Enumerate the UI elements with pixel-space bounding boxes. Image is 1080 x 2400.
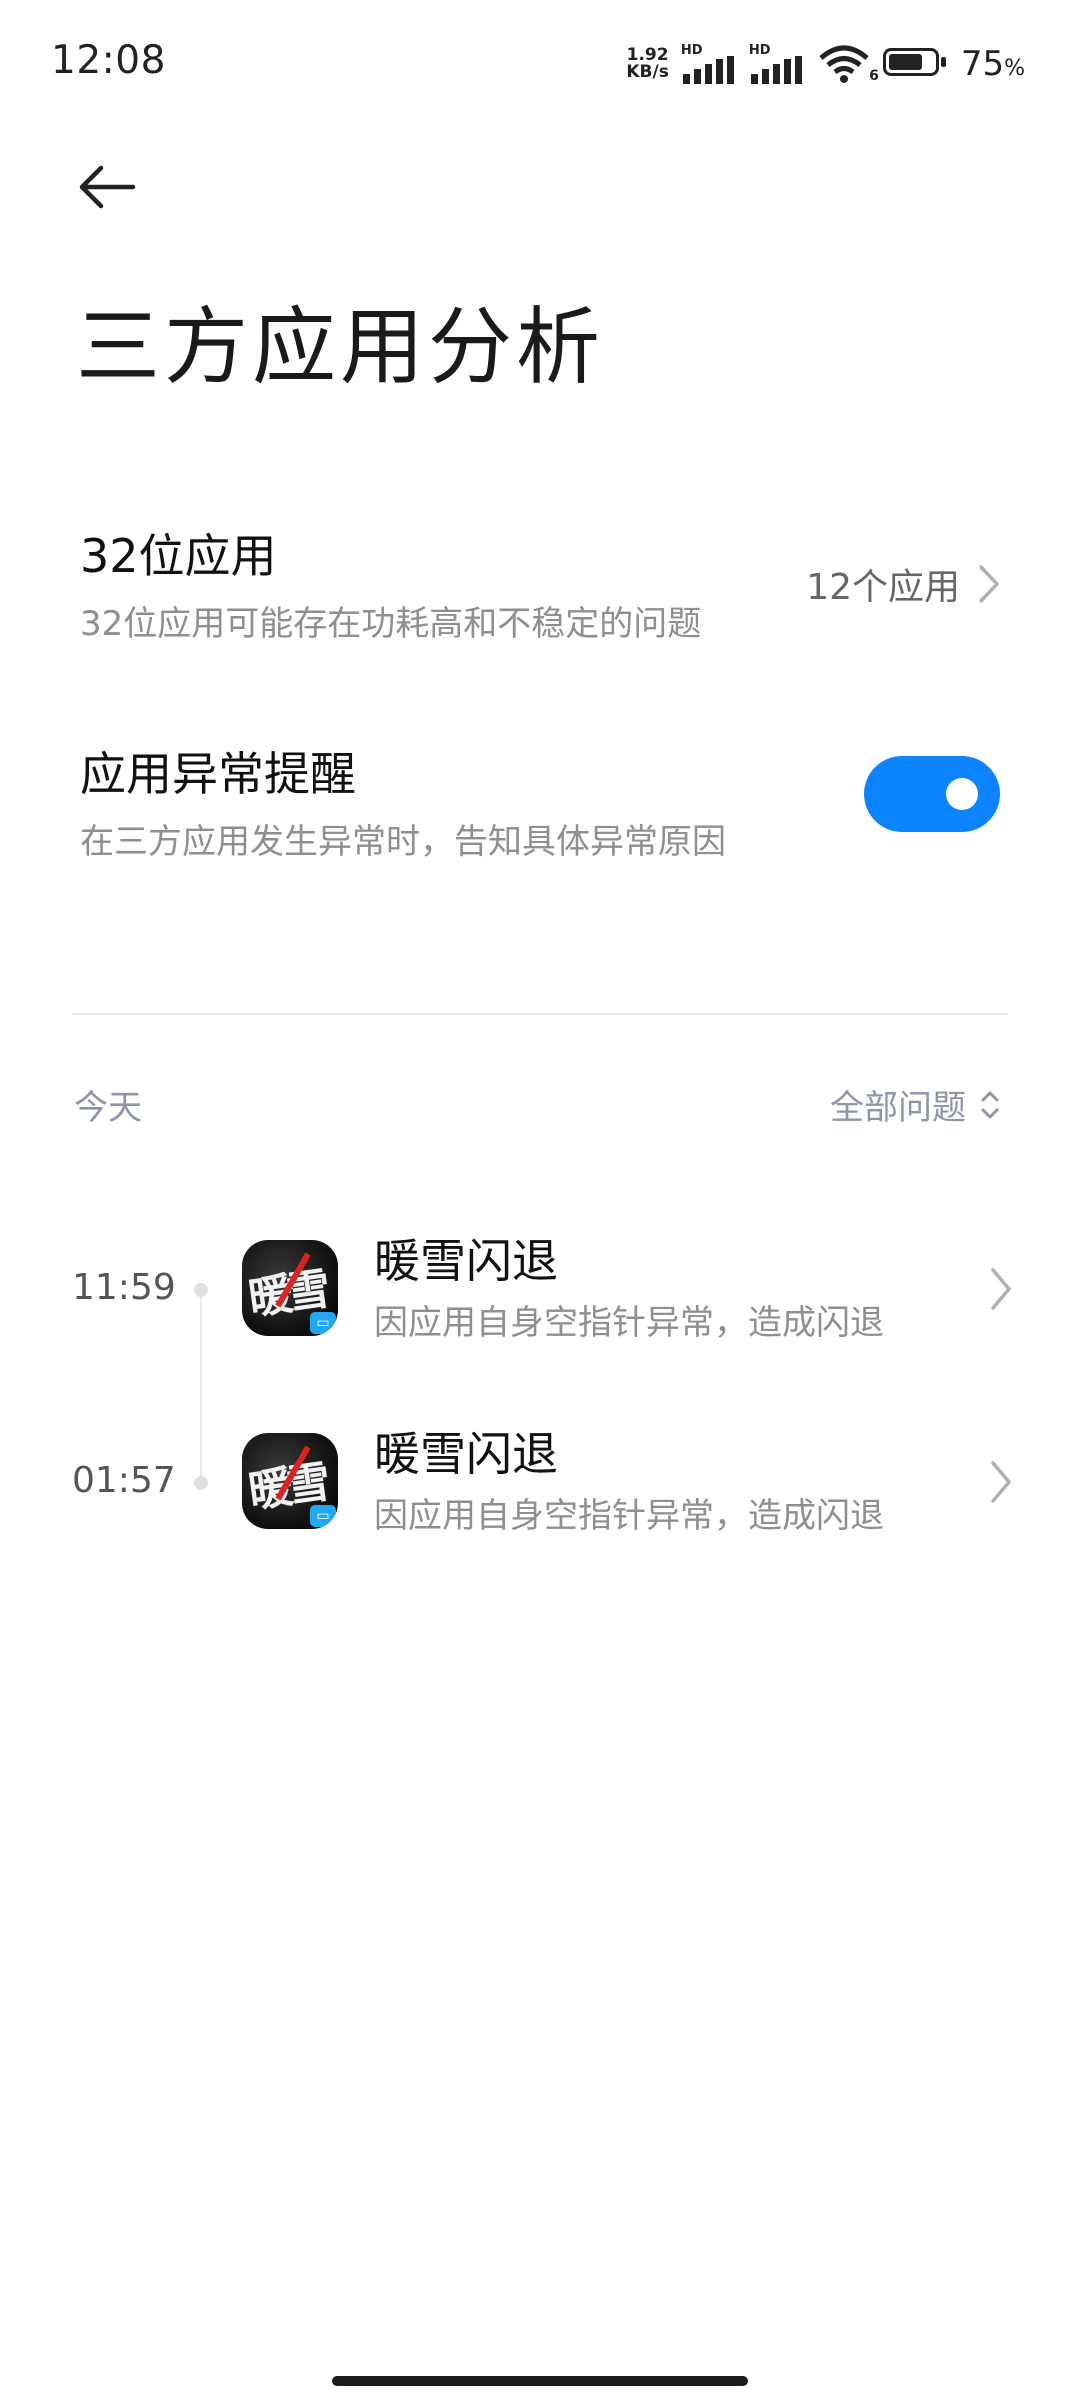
divider — [72, 1013, 1008, 1015]
chevron-right-icon — [991, 1268, 1011, 1310]
event-time: 11:59 — [72, 1267, 176, 1308]
chevron-right-icon — [979, 565, 999, 603]
alert-toggle[interactable] — [864, 756, 1000, 832]
event-title: 暖雪闪退 — [374, 1234, 558, 1288]
status-time: 12:08 — [51, 38, 166, 83]
event-desc: 因应用自身空指针异常，造成闪退 — [374, 1496, 884, 1536]
timeline-dot — [194, 1476, 208, 1490]
timeline-dot — [194, 1283, 208, 1297]
apps32-setting-row[interactable]: 32位应用 32位应用可能存在功耗高和不稳定的问题 12个应用 — [80, 520, 1000, 645]
network-speed-unit: KB/s — [626, 62, 669, 82]
app-icon: 暖雪 ▭ — [242, 1433, 338, 1529]
filter-label: 全部问题 — [830, 1088, 966, 1128]
tag-icon: ▭ — [310, 1505, 336, 1527]
chevron-right-icon — [991, 1461, 1011, 1503]
status-bar: 12:08 1.92 KB/s HD HD 6 75% — [0, 0, 1080, 126]
app-icon: 暖雪 ▭ — [242, 1240, 338, 1336]
alert-setting-row: 应用异常提醒 在三方应用发生异常时，告知具体异常原因 — [80, 738, 1000, 863]
issue-filter-dropdown[interactable]: 全部问题 — [830, 1080, 1000, 1129]
signal-2-icon: HD — [749, 44, 805, 84]
apps32-count: 12个应用 — [806, 567, 960, 608]
arrow-left-icon — [79, 165, 136, 209]
battery-percent: 75% — [961, 44, 1025, 84]
apps32-value[interactable]: 12个应用 — [806, 558, 1000, 610]
toggle-knob — [946, 778, 978, 810]
page-title: 三方应用分析 — [76, 298, 605, 396]
wifi-badge: 6 — [869, 68, 879, 84]
event-title: 暖雪闪退 — [374, 1427, 558, 1481]
sort-updown-icon — [981, 1091, 999, 1118]
status-icons: 1.92 KB/s HD HD 6 75% — [626, 42, 1025, 86]
section-header: 今天 全部问题 — [74, 1080, 1000, 1130]
battery-percent-value: 75 — [960, 44, 1005, 84]
home-indicator[interactable] — [332, 2376, 748, 2386]
signal-1-icon: HD — [681, 44, 737, 84]
event-desc: 因应用自身空指针异常，造成闪退 — [374, 1303, 884, 1343]
section-date: 今天 — [74, 1088, 142, 1128]
battery-percent-unit: % — [1004, 56, 1025, 81]
wifi-icon: 6 — [817, 44, 879, 84]
tag-icon: ▭ — [310, 1312, 336, 1334]
alert-title: 应用异常提醒 — [80, 747, 356, 801]
battery-icon — [882, 48, 949, 80]
alert-subtitle: 在三方应用发生异常时，告知具体异常原因 — [80, 822, 726, 862]
back-button[interactable] — [72, 152, 142, 222]
event-time: 01:57 — [72, 1460, 176, 1501]
crash-event-item[interactable]: 01:57 暖雪 ▭ 暖雪闪退 因应用自身空指针异常，造成闪退 — [72, 1418, 1012, 1548]
network-speed: 1.92 KB/s — [626, 47, 668, 81]
crash-event-item[interactable]: 11:59 暖雪 ▭ 暖雪闪退 因应用自身空指针异常，造成闪退 — [72, 1225, 1012, 1355]
